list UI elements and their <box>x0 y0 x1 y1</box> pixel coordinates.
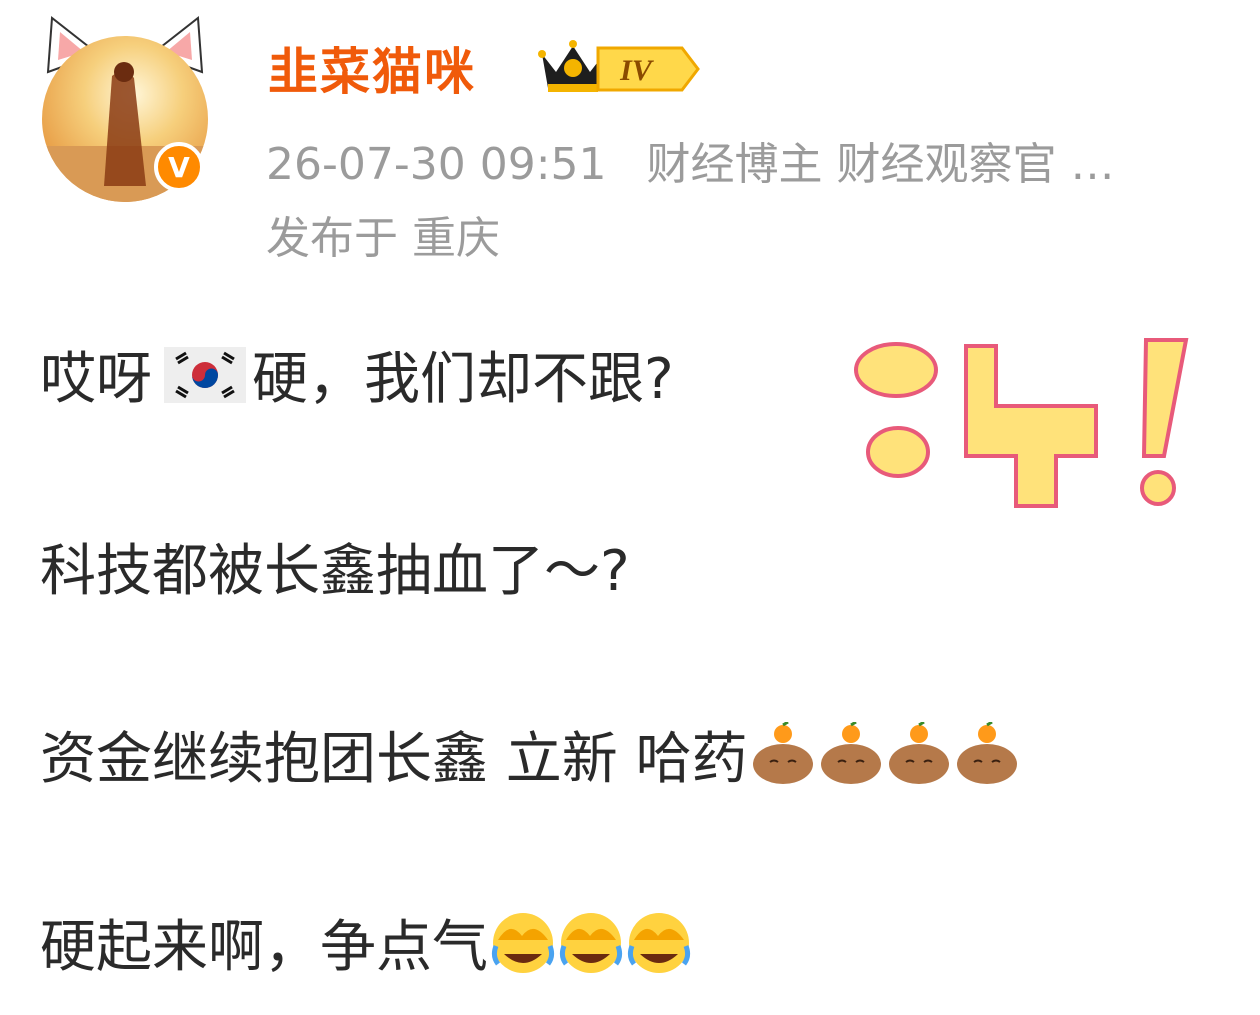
capybara-orange-emoji <box>752 721 813 784</box>
content-line-3: 资金继续抱团长鑫 立新 哈药 <box>40 714 1020 795</box>
post-location: 发布于 重庆 <box>266 213 500 264</box>
facepalm-laugh-emoji <box>627 912 691 973</box>
south-korea-flag-icon <box>164 346 246 403</box>
facepalm-laugh-emoji <box>559 912 623 973</box>
content-line-2: 科技都被长鑫抽血了～? <box>40 539 630 604</box>
content-text: 硬，我们却不跟? <box>252 347 674 412</box>
post-meta: 26-07-30 09:51 财经博主 财经观察官 … <box>266 128 1226 192</box>
verified-badge-icon: V <box>154 142 204 192</box>
capybara-orange-emoji <box>820 721 881 784</box>
capybara-orange-emoji <box>956 721 1017 784</box>
content-text: 资金继续抱团长鑫 立新 哈药 <box>40 727 748 792</box>
content-text: 硬起来啊，争点气 <box>40 915 488 980</box>
capybara-orange-emoji <box>888 721 949 784</box>
post-timestamp: 26-07-30 09:51 <box>266 139 607 190</box>
content-text: 哎呀 <box>40 347 152 412</box>
avatar[interactable]: V <box>36 14 216 202</box>
chong-sticker-icon: 冲! <box>854 338 1189 508</box>
content-line-1: 哎呀 硬，我们却不跟? <box>40 334 674 415</box>
level-badge-label: IV <box>619 54 655 87</box>
level-badge: IV <box>596 46 700 92</box>
user-tags[interactable]: 财经博主 财经观察官 … <box>647 139 1115 190</box>
content-line-4: 硬起来啊，争点气 <box>40 902 692 983</box>
username[interactable]: 韭菜猫咪 <box>268 32 476 104</box>
facepalm-laugh-emoji <box>491 912 555 973</box>
